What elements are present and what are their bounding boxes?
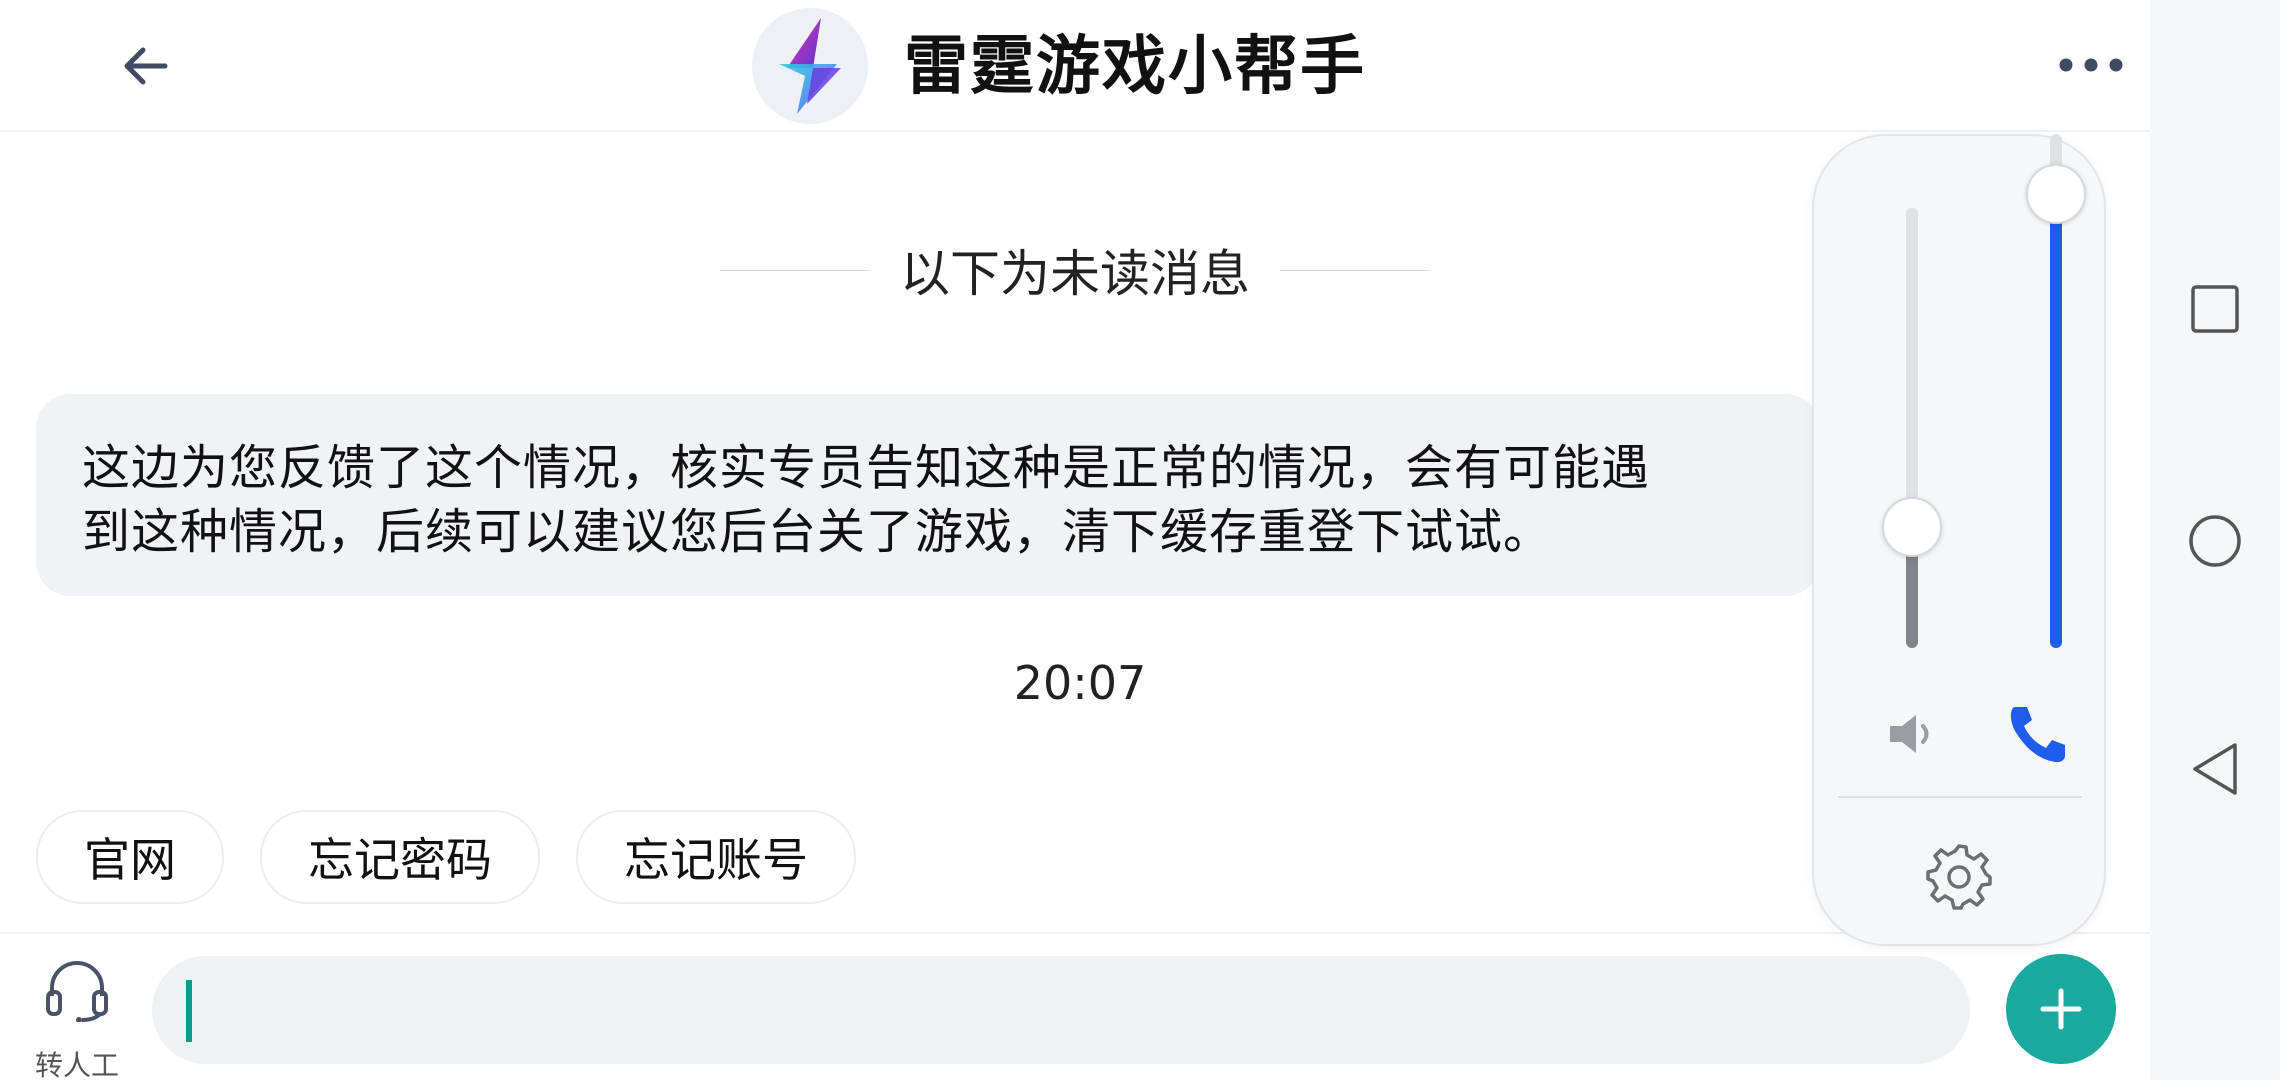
square-recents-icon xyxy=(2191,285,2239,333)
phone-icon xyxy=(2010,707,2065,763)
call-volume-knob[interactable] xyxy=(2026,164,2086,224)
text-caret xyxy=(186,980,192,1042)
plus-icon xyxy=(2040,988,2082,1030)
media-volume-toggle[interactable] xyxy=(1880,702,1944,766)
more-horizontal-icon xyxy=(2059,58,2123,72)
call-volume-slider[interactable] xyxy=(2026,134,2086,648)
quick-reply-list: 官网 忘记密码 忘记账号 xyxy=(36,810,856,904)
unread-divider-label: 以下为未读消息 xyxy=(900,245,1250,303)
media-volume-knob[interactable] xyxy=(1882,497,1942,557)
input-bar: 转人工 xyxy=(0,932,2150,1082)
media-volume-slider[interactable] xyxy=(1882,208,1942,648)
avatar[interactable] xyxy=(752,8,868,124)
message-input[interactable] xyxy=(152,956,1970,1064)
more-options-button[interactable] xyxy=(2050,40,2132,90)
home-button[interactable] xyxy=(2150,486,2280,596)
call-volume-toggle[interactable] xyxy=(1998,696,2078,772)
call-volume-fill xyxy=(2050,208,2062,648)
arrow-left-icon xyxy=(124,47,168,85)
headset-icon xyxy=(46,961,108,1022)
message-bubble[interactable]: 这边为您反馈了这个情况，核实专员告知这种是正常的情况，会有可能遇 到这种情况，后… xyxy=(36,394,1820,596)
message-text: 这边为您反馈了这个情况，核实专员告知这种是正常的情况，会有可能遇 到这种情况，后… xyxy=(82,436,1862,564)
recents-button[interactable] xyxy=(2150,254,2280,364)
page-title: 雷霆游戏小帮手 xyxy=(904,30,1366,104)
transfer-to-agent-label: 转人工 xyxy=(34,1049,119,1082)
quick-reply-forgot-password[interactable]: 忘记密码 xyxy=(260,810,540,904)
quick-reply-forgot-account[interactable]: 忘记账号 xyxy=(576,810,856,904)
header-bar: 雷霆游戏小帮手 xyxy=(0,0,2150,132)
speaker-icon xyxy=(1890,715,1929,753)
message-line-1: 这边为您反馈了这个情况，核实专员告知这种是正常的情况，会有可能遇 xyxy=(82,440,1651,496)
divider-line-left xyxy=(720,269,870,271)
volume-panel xyxy=(1812,134,2106,946)
circle-home-icon xyxy=(2189,515,2241,567)
unread-divider: 以下为未读消息 xyxy=(700,230,1450,310)
triangle-back-icon xyxy=(2193,743,2237,795)
volume-panel-divider xyxy=(1838,796,2082,798)
system-navigation-bar xyxy=(2150,0,2280,1080)
back-nav-button[interactable] xyxy=(2150,714,2280,824)
transfer-to-agent-button[interactable]: 转人工 xyxy=(22,956,132,1082)
back-button[interactable] xyxy=(110,34,180,98)
quick-reply-official-site[interactable]: 官网 xyxy=(36,810,224,904)
message-line-2: 到这种情况，后续可以建议您后台关了游戏，清下缓存重登下试试。 xyxy=(82,504,1553,560)
gear-icon xyxy=(1926,844,1992,910)
lightning-bolt-logo-icon xyxy=(779,18,841,114)
divider-line-right xyxy=(1280,269,1430,271)
add-attachment-button[interactable] xyxy=(2006,954,2116,1064)
sound-settings-button[interactable] xyxy=(1914,832,2004,922)
